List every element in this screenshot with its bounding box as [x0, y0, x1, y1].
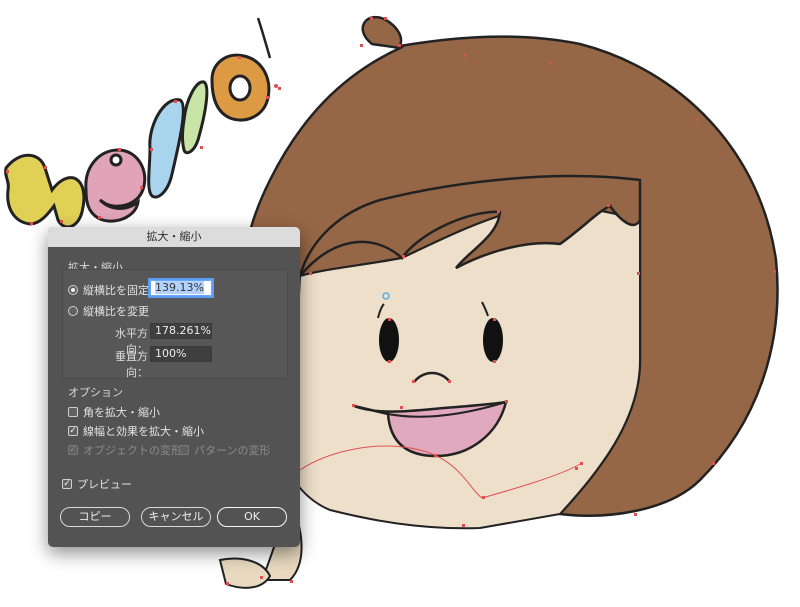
uniform-scale-value: 139.13% [155, 281, 204, 294]
copy-button[interactable]: コピー [60, 507, 130, 527]
letter-l1[interactable] [147, 98, 185, 199]
scale-dialog: 拡大・縮小 拡大・縮小 縦横比を固定： 139.13% 縦横比を変更 水平方向：… [48, 227, 300, 547]
nonuniform-option[interactable]: 縦横比を変更 [68, 303, 149, 319]
right-eye[interactable] [483, 318, 503, 362]
exclamation-dot[interactable] [274, 84, 278, 88]
transform-patterns-checkbox [179, 445, 189, 455]
nonuniform-radio[interactable] [68, 306, 78, 316]
uniform-scale-input[interactable]: 139.13% [150, 280, 212, 296]
preview-checkbox[interactable]: ✓ [62, 479, 72, 489]
options-section-label: オプション [68, 386, 123, 399]
letter-h[interactable] [4, 153, 86, 229]
uniform-label: 縦横比を固定： [83, 284, 160, 297]
letter-l2[interactable] [181, 80, 209, 155]
transform-patterns-option: パターンの変形 [179, 442, 270, 458]
preview-label: プレビュー [77, 478, 132, 491]
preview-option[interactable]: ✓ プレビュー [62, 476, 132, 492]
cancel-button[interactable]: キャンセル [141, 507, 211, 527]
exclamation-bar[interactable] [256, 17, 272, 59]
uniform-radio[interactable] [68, 285, 78, 295]
transform-objects-label: オブジェクトの変形 [83, 444, 182, 457]
nonuniform-label: 縦横比を変更 [83, 305, 149, 318]
left-eye[interactable] [379, 318, 399, 362]
dialog-title[interactable]: 拡大・縮小 [48, 227, 300, 247]
transform-objects-checkbox: ✓ [68, 445, 78, 455]
horizontal-scale-input[interactable]: 178.261% [150, 323, 212, 339]
scale-strokes-checkbox[interactable]: ✓ [68, 426, 78, 436]
scale-corners-label: 角を拡大・縮小 [83, 406, 160, 419]
letter-o-hole [228, 74, 252, 102]
uniform-option[interactable]: 縦横比を固定： [68, 282, 160, 298]
letter-e-hole [109, 153, 123, 167]
ok-button[interactable]: OK [217, 507, 287, 527]
transform-patterns-label: パターンの変形 [194, 444, 271, 457]
vertical-scale-input[interactable]: 100% [150, 346, 212, 362]
scale-strokes-label: 線幅と効果を拡大・縮小 [83, 425, 204, 438]
scale-corners-option[interactable]: 角を拡大・縮小 [68, 404, 160, 420]
transform-objects-option: ✓ オブジェクトの変形 [68, 442, 182, 458]
hello-lettering[interactable] [4, 17, 278, 229]
scale-corners-checkbox[interactable] [68, 407, 78, 417]
vertical-label: 垂直方向： [115, 350, 148, 379]
scale-strokes-option[interactable]: ✓ 線幅と効果を拡大・縮小 [68, 423, 204, 439]
